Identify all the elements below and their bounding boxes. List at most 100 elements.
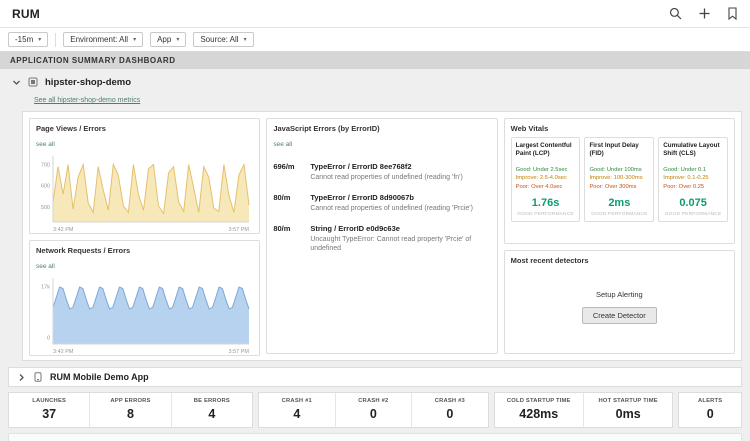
rum-dashboard-page: { "header": { "title": "RUM" }, "filters… xyxy=(0,0,750,441)
vital-title: Cumulative Layout Shift (CLS) xyxy=(663,142,720,157)
stat-value: 0 xyxy=(369,407,377,421)
see-all-link[interactable]: see all xyxy=(36,263,55,270)
see-all-link[interactable]: see all xyxy=(36,141,55,148)
svg-text:700: 700 xyxy=(41,163,50,169)
time-range-picker[interactable]: -15m ▾ xyxy=(8,32,49,47)
error-rate: 696/m xyxy=(273,162,295,171)
svg-text:17k: 17k xyxy=(41,285,50,291)
vital-poor: Poor: Over 300ms xyxy=(589,183,637,190)
web-vital-lcp[interactable]: Largest Contentful Paint (LCP) Good: Und… xyxy=(510,137,581,223)
stat-app-errors[interactable]: APP ERRORS 8 xyxy=(89,393,170,427)
network-requests-card: Network Requests / Errors see all 17k 0 3:… xyxy=(29,240,261,356)
section-title: hipster-shop-demo xyxy=(45,76,132,88)
stat-label: CRASH #2 xyxy=(358,398,389,404)
vital-poor: Poor: Over 4.0sec xyxy=(515,183,563,190)
stat-value: 0ms xyxy=(615,407,641,421)
error-main: String / ErrorID e0d9c63e Uncaught TypeE… xyxy=(310,224,490,253)
stat-launches[interactable]: LAUNCHES 37 xyxy=(9,393,89,427)
card-title: Most recent detectors xyxy=(510,256,589,265)
svg-text:3:42 PM: 3:42 PM xyxy=(53,349,74,355)
stat-label: CRASH #3 xyxy=(434,398,465,404)
stat-hot-startup[interactable]: HOT STARTUP TIME 0ms xyxy=(582,393,672,427)
error-name: TypeError / ErrorID 8d90067b xyxy=(310,193,414,203)
stat-value: 4 xyxy=(208,407,216,421)
svg-text:600: 600 xyxy=(41,184,50,190)
card-title: JavaScript Errors (by ErrorID) xyxy=(273,124,380,133)
create-detector-button[interactable]: Create Detector xyxy=(581,306,657,324)
svg-text:3:57 PM: 3:57 PM xyxy=(229,227,250,233)
stat-value: 0 xyxy=(706,407,714,421)
charts-column: Page Views / Errors see all 700 600 500 3:4… xyxy=(29,118,261,356)
see-all-metrics-link[interactable]: See all hipster-shop-demo metrics xyxy=(34,97,140,104)
page-title: RUM xyxy=(12,6,40,21)
stat-cold-startup[interactable]: COLD STARTUP TIME 428ms xyxy=(495,393,583,427)
page-views-card: Page Views / Errors see all 700 600 500 3:4… xyxy=(29,118,261,234)
svg-text:500: 500 xyxy=(41,205,50,211)
vital-value: 1.76s xyxy=(531,197,560,210)
source-filter-value: Source: All xyxy=(200,35,239,44)
see-all-link[interactable]: see all xyxy=(273,141,292,148)
dashboard-content: hipster-shop-demo See all hipster-shop-d… xyxy=(0,69,750,441)
stat-label: APP ERRORS xyxy=(110,398,151,404)
dashboard-title: APPLICATION SUMMARY DASHBOARD xyxy=(0,52,750,69)
collapse-chevron-icon[interactable] xyxy=(12,78,21,87)
card-title: Network Requests / Errors xyxy=(36,246,131,255)
mobile-section-header[interactable]: RUM Mobile Demo App xyxy=(8,367,742,387)
stat-alerts[interactable]: ALERTS 0 xyxy=(679,393,741,427)
chevron-down-icon: ▾ xyxy=(176,37,180,43)
stat-label: BE ERRORS xyxy=(193,398,230,404)
stat-group-startup: COLD STARTUP TIME 428ms HOT STARTUP TIME… xyxy=(493,392,674,428)
setup-alerting-label: Setup Alerting xyxy=(595,289,643,299)
detectors-content: Setup Alerting Create Detector xyxy=(511,265,728,348)
vital-good: Good: Under 100ms xyxy=(589,167,642,173)
stat-label: HOT STARTUP TIME xyxy=(598,398,658,404)
stat-crash-2[interactable]: CRASH #2 0 xyxy=(334,393,412,427)
time-range-value: -15m xyxy=(15,35,34,44)
top-actions xyxy=(669,7,738,20)
card-title: Page Views / Errors xyxy=(36,124,106,133)
stat-crash-3[interactable]: CRASH #3 0 xyxy=(411,393,488,427)
error-name: String / ErrorID e0d9c63e xyxy=(310,224,400,234)
app-icon xyxy=(28,77,38,87)
error-row[interactable]: 80/m String / ErrorID e0d9c63e Uncaught … xyxy=(273,224,490,253)
chevron-down-icon: ▾ xyxy=(133,37,137,43)
stat-value: 428ms xyxy=(519,407,559,421)
vital-status: GOOD PERFORMANCE xyxy=(664,212,722,218)
error-name: TypeError / ErrorID 8ee768f2 xyxy=(310,162,412,171)
stat-label: ALERTS xyxy=(697,398,723,404)
app-filter[interactable]: App ▾ xyxy=(150,32,187,47)
stat-label: CRASH #1 xyxy=(281,398,312,404)
expand-chevron-icon[interactable] xyxy=(17,373,26,382)
error-rate: 80/m xyxy=(273,224,291,234)
stat-value: 37 xyxy=(42,407,57,421)
source-filter[interactable]: Source: All ▾ xyxy=(193,32,254,47)
stat-be-errors[interactable]: BE ERRORS 4 xyxy=(170,393,252,427)
error-row[interactable]: 80/m TypeError / ErrorID 8d90067b Cannot… xyxy=(273,193,490,213)
web-vital-cls[interactable]: Cumulative Layout Shift (CLS) Good: Unde… xyxy=(658,137,728,223)
chevron-down-icon: ▾ xyxy=(243,37,247,43)
web-vitals-card: Web Vitals Largest Contentful Paint (LCP… xyxy=(503,118,735,244)
vital-good: Good: Under 2.5sec xyxy=(515,167,568,173)
environment-filter-value: Environment: All xyxy=(70,35,129,44)
stat-value: 0 xyxy=(446,407,454,421)
svg-text:3:57 PM: 3:57 PM xyxy=(229,349,250,355)
error-row[interactable]: 696/m TypeError / ErrorID 8ee768f2 Canno… xyxy=(273,162,490,182)
vital-improve: Improve: 2.5-4.0sec xyxy=(515,175,567,182)
error-rate: 80/m xyxy=(273,193,291,203)
stat-label: COLD STARTUP TIME xyxy=(506,398,571,404)
vital-good: Good: Under 0.1 xyxy=(663,167,707,173)
stat-label: LAUNCHES xyxy=(32,398,67,404)
error-detail: Uncaught TypeError: Cannot read property… xyxy=(310,236,472,253)
error-detail: Cannot read properties of undefined (rea… xyxy=(310,174,463,181)
divider xyxy=(55,32,57,47)
vital-improve: Improve: 0.1-0.25 xyxy=(663,175,709,182)
stat-crash-1[interactable]: CRASH #1 4 xyxy=(259,393,335,427)
environment-filter[interactable]: Environment: All ▾ xyxy=(63,32,144,47)
web-vitals-column: Web Vitals Largest Contentful Paint (LCP… xyxy=(503,118,735,354)
add-icon[interactable] xyxy=(698,7,711,20)
stat-value: 4 xyxy=(293,407,301,421)
bookmark-icon[interactable] xyxy=(727,7,738,20)
search-icon[interactable] xyxy=(669,7,682,20)
web-vital-fid[interactable]: First Input Delay (FID) Good: Under 100m… xyxy=(584,137,655,223)
vital-value: 0.075 xyxy=(679,197,707,210)
